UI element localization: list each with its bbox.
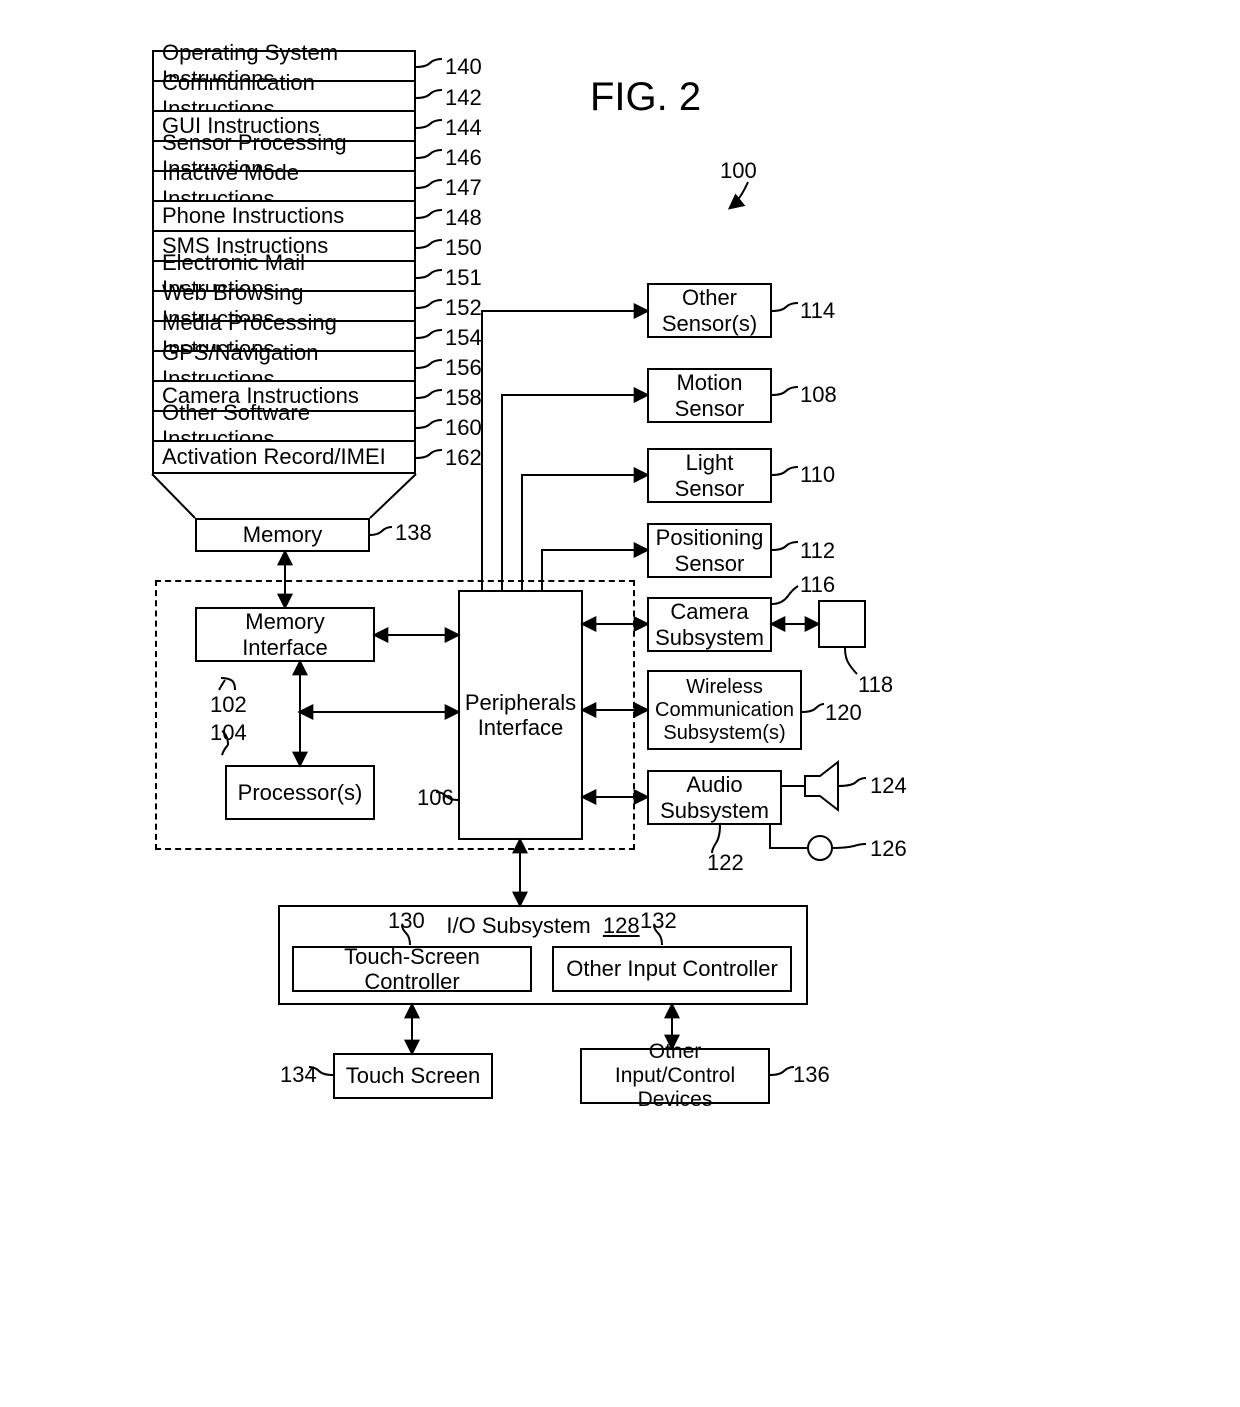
memory-box: Memory [195,518,370,552]
audio-subsystem-box: Audio Subsystem [647,770,782,825]
ref-162: 162 [445,445,482,471]
ref-118: 118 [858,672,893,698]
touch-screen-label: Touch Screen [346,1063,481,1088]
ref-106: 106 [417,785,454,811]
diagram-canvas: FIG. 2 100 Operating System Instructions… [0,0,1240,1407]
ref-140: 140 [445,54,482,80]
io-sub-ref: 128 [603,913,640,938]
ref-152: 152 [445,295,482,321]
ref-151: 151 [445,265,482,291]
light-sensor-label: Light Sensor [653,450,766,501]
processors-label: Processor(s) [238,780,363,805]
other-controller-box: Other Input Controller [552,946,792,992]
memory-interface-box: Memory Interface [195,607,375,662]
other-sensors-label: Other Sensor(s) [653,285,766,336]
ref-160: 160 [445,415,482,441]
ref-100: 100 [720,158,757,184]
io-sub-title: I/O Subsystem 128 [280,913,806,938]
ref-142: 142 [445,85,482,111]
ref-156: 156 [445,355,482,381]
instr-label: Activation Record/IMEI [162,444,386,470]
camera-sub-label: Camera Subsystem [653,599,766,650]
ref-110: 110 [800,462,835,488]
figure-label: FIG. 2 [590,75,701,120]
instr-row: Phone Instructions [152,202,416,232]
touch-screen-box: Touch Screen [333,1053,493,1099]
ref-147: 147 [445,175,482,201]
wireless-sub-label: Wireless Communication Subsystem(s) [653,676,796,745]
touch-controller-box: Touch-Screen Controller [292,946,532,992]
ref-114: 114 [800,298,835,324]
ref-130: 130 [388,908,425,934]
light-sensor-box: Light Sensor [647,448,772,503]
ref-146: 146 [445,145,482,171]
memory-label: Memory [243,522,322,547]
positioning-sensor-box: Positioning Sensor [647,523,772,578]
ref-138: 138 [395,520,432,546]
ref-122: 122 [707,850,744,876]
touch-ctrl-label: Touch-Screen Controller [298,944,526,995]
audio-sub-label: Audio Subsystem [653,772,776,823]
periph-if-label: Peripherals Interface [464,690,577,741]
io-sub-label: I/O Subsystem [446,913,590,938]
instr-row: GPS/Navigation Instructions [152,352,416,382]
ref-158: 158 [445,385,482,411]
ref-132: 132 [640,908,677,934]
motion-sensor-box: Motion Sensor [647,368,772,423]
camera-subsystem-box: Camera Subsystem [647,597,772,652]
camera-extra-box [818,600,866,648]
ref-136: 136 [793,1062,830,1088]
ref-116: 116 [800,572,835,598]
instr-row: Other Software Instructions [152,412,416,442]
ref-134: 134 [280,1062,317,1088]
motion-sensor-label: Motion Sensor [653,370,766,421]
ref-144: 144 [445,115,482,141]
positioning-sensor-label: Positioning Sensor [653,525,766,576]
memory-if-label: Memory Interface [201,609,369,660]
instr-row: Communication Instructions [152,82,416,112]
ref-154: 154 [445,325,482,351]
ref-120: 120 [825,700,862,726]
instr-row: Activation Record/IMEI [152,442,416,474]
other-input-label: Other Input/Control Devices [586,1040,764,1112]
instr-label: Phone Instructions [162,203,344,229]
ref-112: 112 [800,538,835,564]
peripherals-interface-box: Peripherals Interface [458,590,583,840]
instr-row: Inactive Mode Instructions [152,172,416,202]
ref-102: 102 [210,692,247,718]
other-input-box: Other Input/Control Devices [580,1048,770,1104]
ref-108: 108 [800,382,837,408]
other-ctrl-label: Other Input Controller [566,956,778,981]
other-sensors-box: Other Sensor(s) [647,283,772,338]
ref-126: 126 [870,836,907,862]
processors-box: Processor(s) [225,765,375,820]
wireless-subsystem-box: Wireless Communication Subsystem(s) [647,670,802,750]
ref-124: 124 [870,773,907,799]
ref-150: 150 [445,235,482,261]
ref-104: 104 [210,720,247,746]
ref-148: 148 [445,205,482,231]
